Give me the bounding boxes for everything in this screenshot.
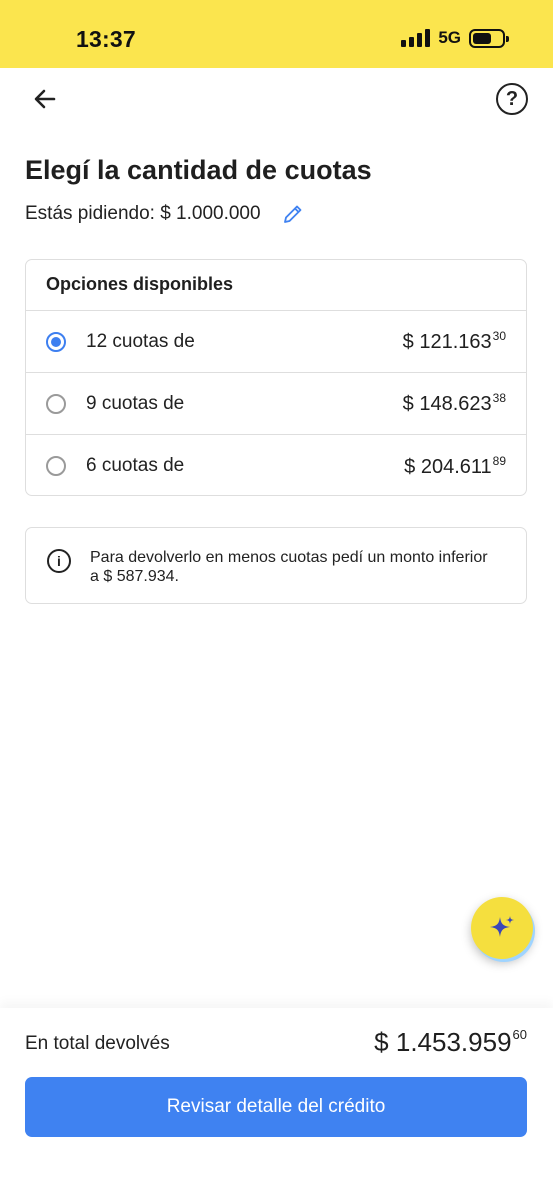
- option-6-cuotas[interactable]: 6 cuotas de $ 204.61189: [26, 435, 526, 495]
- option-cents: 89: [492, 453, 506, 468]
- info-notice: i Para devolverlo en menos cuotas pedí u…: [25, 527, 527, 604]
- radio-selected[interactable]: [46, 331, 66, 352]
- total-label: En total devolvés: [25, 1033, 170, 1054]
- option-amount: $ 148.62338: [402, 391, 506, 415]
- battery-icon: [469, 28, 509, 48]
- option-amount: $ 121.16330: [402, 329, 506, 353]
- status-bar: 13:37 5G: [0, 0, 553, 68]
- radio-unselected[interactable]: [46, 393, 66, 414]
- info-text: Para devolverlo en menos cuotas pedí un …: [90, 549, 488, 585]
- option-label: 6 cuotas de: [86, 455, 185, 476]
- option-cents: 30: [492, 329, 506, 343]
- signal-icon: [401, 29, 431, 47]
- option-label: 9 cuotas de: [86, 392, 185, 414]
- option-12-cuotas[interactable]: 12 cuotas de $ 121.16330: [26, 311, 526, 373]
- back-button[interactable]: [30, 84, 60, 114]
- help-button[interactable]: ?: [496, 83, 528, 115]
- page-title: Elegí la cantidad de cuotas: [25, 155, 372, 185]
- options-header: Opciones disponibles: [26, 260, 526, 311]
- requesting-amount-text: Estás pidiendo: $ 1.000.000: [25, 203, 261, 224]
- arrow-left-icon: [34, 89, 56, 109]
- status-time: 13:37: [76, 26, 136, 52]
- sparkle-icon: [490, 916, 514, 937]
- review-credit-button[interactable]: Revisar detalle del crédito: [25, 1077, 527, 1137]
- info-icon: i: [47, 549, 71, 573]
- option-cents: 38: [492, 391, 506, 405]
- pencil-icon[interactable]: [281, 202, 305, 226]
- requesting-summary: Estás pidiendo: $ 1.000.000: [25, 202, 305, 226]
- radio-unselected[interactable]: [46, 456, 66, 476]
- total-amount: $ 1.453.95960: [374, 1027, 527, 1057]
- option-9-cuotas[interactable]: 9 cuotas de $ 148.62338: [26, 373, 526, 435]
- installment-options-card: Opciones disponibles 12 cuotas de $ 121.…: [25, 259, 527, 496]
- option-amount: $ 204.61189: [404, 453, 506, 478]
- total-cents: 60: [512, 1027, 527, 1042]
- help-icon: ?: [505, 87, 519, 110]
- status-indicators: 5G: [401, 28, 509, 48]
- option-label: 12 cuotas de: [86, 330, 195, 352]
- assistant-fab-button[interactable]: [471, 897, 533, 959]
- network-label: 5G: [438, 28, 461, 47]
